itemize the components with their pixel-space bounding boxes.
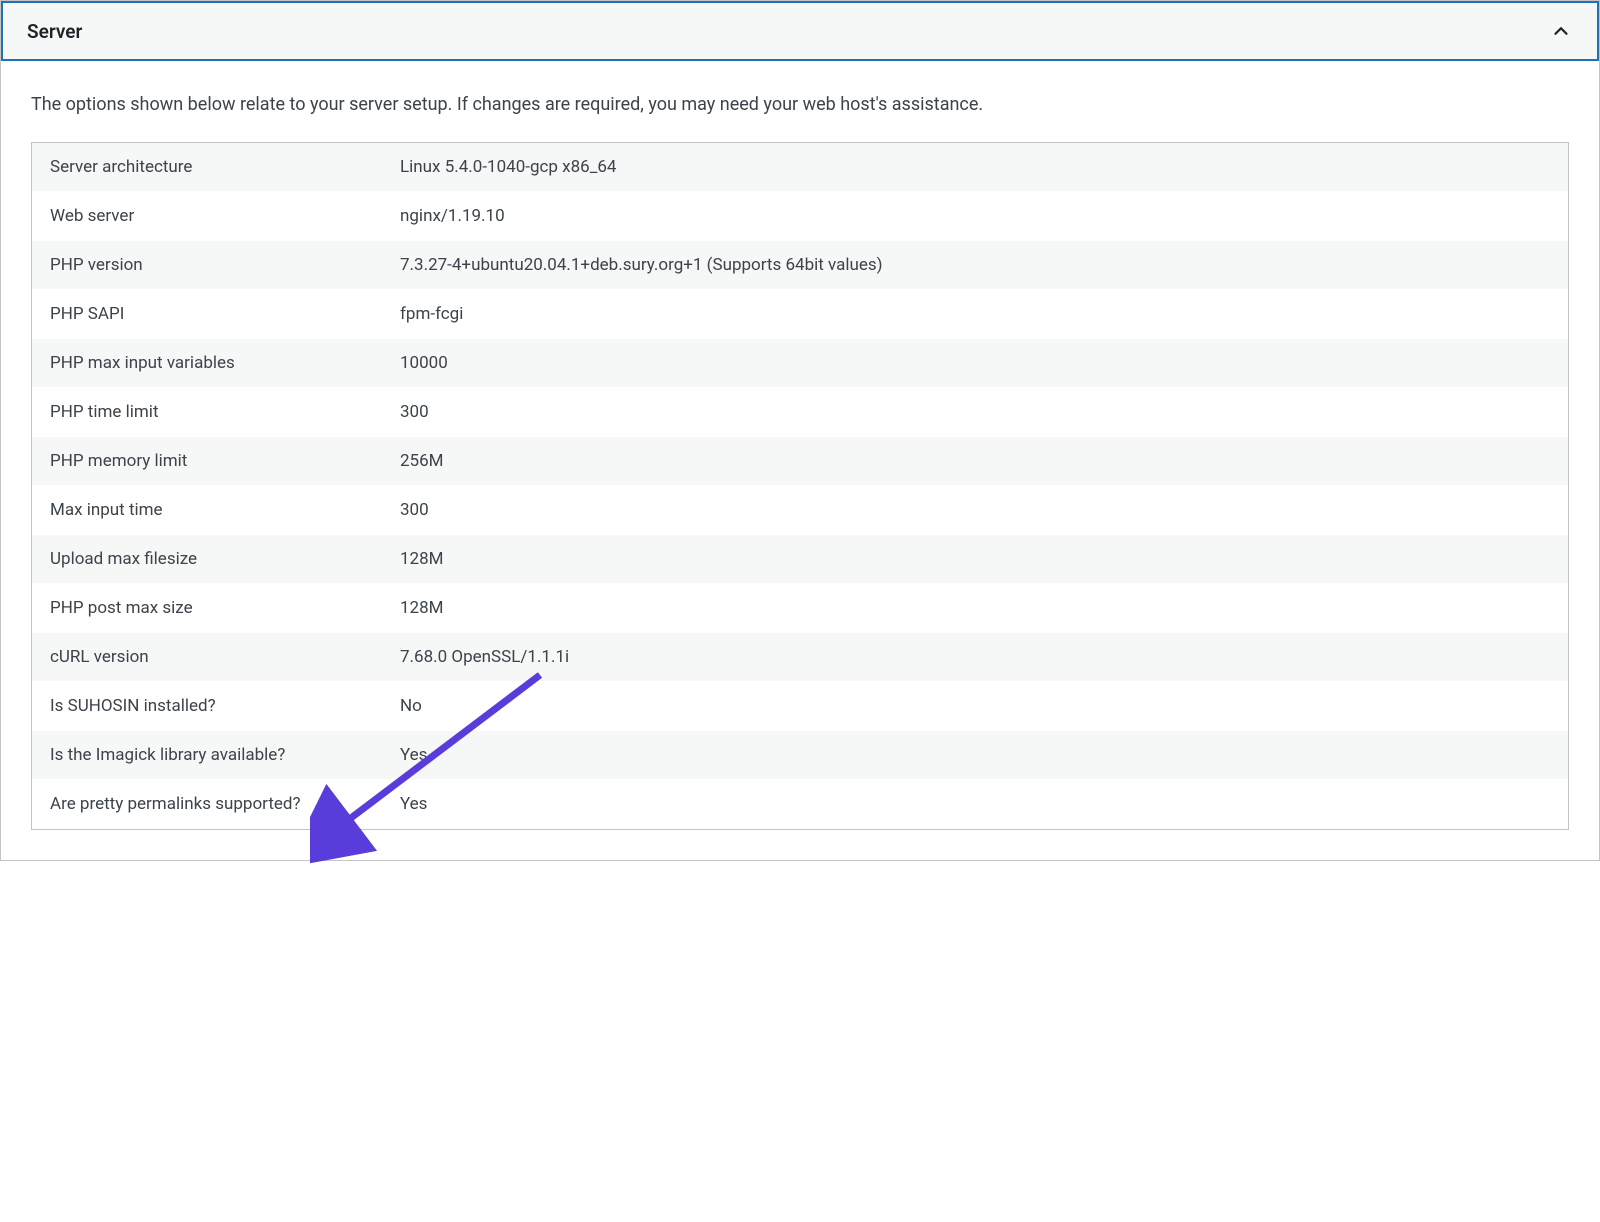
table-row: Are pretty permalinks supported?Yes (32, 780, 1568, 829)
row-value: 7.3.27-4+ubuntu20.04.1+deb.sury.org+1 (S… (382, 241, 1568, 289)
table-row: PHP SAPIfpm-fcgi (32, 290, 1568, 339)
row-label: PHP time limit (32, 388, 382, 436)
row-label: Is the Imagick library available? (32, 731, 382, 779)
row-label: Web server (32, 192, 382, 240)
row-label: PHP SAPI (32, 290, 382, 338)
row-value: Yes (382, 780, 1568, 828)
row-value: 300 (382, 486, 1568, 534)
panel-description: The options shown below relate to your s… (31, 91, 1569, 118)
row-value: 128M (382, 535, 1568, 583)
panel-title: Server (27, 20, 82, 43)
table-row: cURL version7.68.0 OpenSSL/1.1.1i (32, 633, 1568, 682)
server-panel: Server The options shown below relate to… (0, 0, 1600, 861)
row-label: PHP max input variables (32, 339, 382, 387)
row-value: 256M (382, 437, 1568, 485)
row-label: cURL version (32, 633, 382, 681)
row-value: Linux 5.4.0-1040-gcp x86_64 (382, 143, 1568, 191)
row-label: Are pretty permalinks supported? (32, 780, 382, 828)
table-row: Web servernginx/1.19.10 (32, 192, 1568, 241)
table-row: PHP max input variables10000 (32, 339, 1568, 388)
panel-header-toggle[interactable]: Server (1, 1, 1599, 61)
table-row: PHP memory limit256M (32, 437, 1568, 486)
row-value: 128M (382, 584, 1568, 632)
table-row: PHP post max size128M (32, 584, 1568, 633)
table-row: Max input time300 (32, 486, 1568, 535)
row-label: Upload max filesize (32, 535, 382, 583)
row-value: No (382, 682, 1568, 730)
row-label: PHP version (32, 241, 382, 289)
row-value: 7.68.0 OpenSSL/1.1.1i (382, 633, 1568, 681)
table-row: PHP version7.3.27-4+ubuntu20.04.1+deb.su… (32, 241, 1568, 290)
row-value: nginx/1.19.10 (382, 192, 1568, 240)
row-value: 300 (382, 388, 1568, 436)
table-row: Server architectureLinux 5.4.0-1040-gcp … (32, 143, 1568, 192)
table-row: Upload max filesize128M (32, 535, 1568, 584)
row-label: Is SUHOSIN installed? (32, 682, 382, 730)
row-label: PHP memory limit (32, 437, 382, 485)
table-row: PHP time limit300 (32, 388, 1568, 437)
row-value: fpm-fcgi (382, 290, 1568, 338)
server-info-table: Server architectureLinux 5.4.0-1040-gcp … (31, 142, 1569, 830)
row-label: Max input time (32, 486, 382, 534)
row-value: 10000 (382, 339, 1568, 387)
panel-body: The options shown below relate to your s… (1, 61, 1599, 860)
table-row: Is SUHOSIN installed?No (32, 682, 1568, 731)
table-row: Is the Imagick library available?Yes (32, 731, 1568, 780)
row-value: Yes (382, 731, 1568, 779)
row-label: PHP post max size (32, 584, 382, 632)
chevron-up-icon (1549, 19, 1573, 43)
row-label: Server architecture (32, 143, 382, 191)
